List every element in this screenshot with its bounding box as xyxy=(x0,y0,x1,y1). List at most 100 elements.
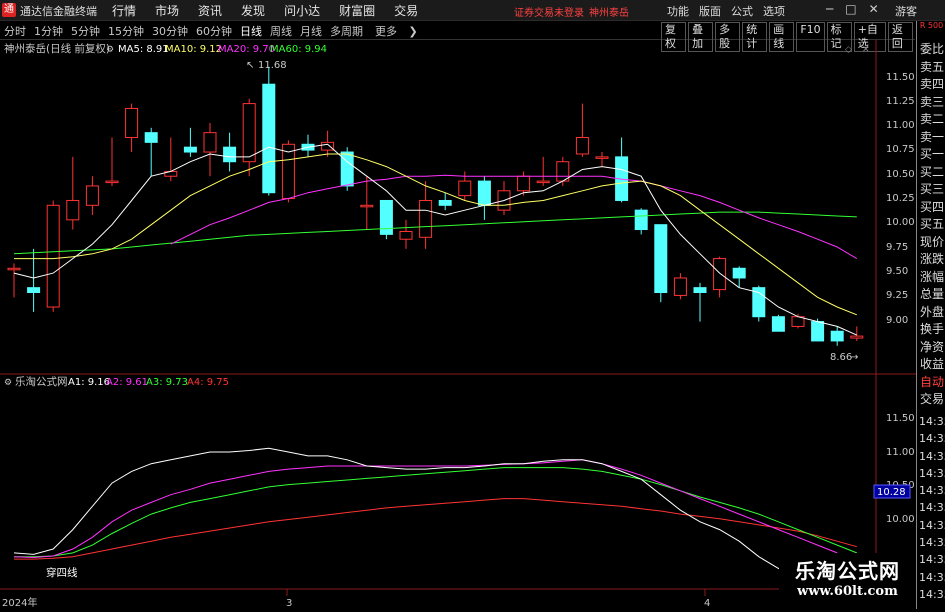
panel-item: 卖三 xyxy=(920,94,945,109)
diamond-icon[interactable]: ◇ xyxy=(845,45,852,55)
candle xyxy=(693,282,707,322)
collapse-icon[interactable]: ✕ xyxy=(862,45,870,55)
candle xyxy=(360,176,374,230)
panel-item: 买五 xyxy=(920,217,945,231)
candle-body xyxy=(477,180,491,206)
candle-body xyxy=(419,199,433,238)
tab-period-daily[interactable]: 日线 xyxy=(236,23,266,39)
menu-item-quotes[interactable]: 行情 xyxy=(112,2,136,19)
tick-time: 14:35 xyxy=(919,484,945,498)
guest-label[interactable]: 游客 xyxy=(895,3,917,19)
price-tick: 11.00 xyxy=(886,120,915,131)
a4-line xyxy=(14,498,857,560)
price-tick: 11.50 xyxy=(886,72,915,83)
app-logo-icon: 通 xyxy=(2,3,16,17)
candle-body xyxy=(46,204,60,308)
tab-period-weekly[interactable]: 周线 xyxy=(266,23,296,39)
tab-period-monthly[interactable]: 月线 xyxy=(296,23,326,39)
panel-item: 涨跌 xyxy=(920,252,945,266)
panel-item: 卖二 xyxy=(920,112,945,126)
candle xyxy=(105,137,119,186)
kline-chart-svg[interactable]: 神州泰岳(日线 前复权) ⚙ MA5: 8.91 MA10: 9.12 MA20… xyxy=(0,40,916,609)
candle xyxy=(262,66,276,196)
tick-time: 14:35 xyxy=(919,553,945,567)
candle xyxy=(654,224,668,303)
watermark-title: 乐淘公式网 xyxy=(795,559,900,583)
candle-body xyxy=(438,199,452,206)
tab-period-timeshare[interactable]: 分时 xyxy=(0,23,30,39)
menu-item-wealth[interactable]: 财富圈 xyxy=(339,2,375,19)
panel-item: 卖五 xyxy=(920,59,945,74)
menu-item-function[interactable]: 功能 xyxy=(667,3,689,19)
candle-body xyxy=(517,175,531,192)
menu-item-discover[interactable]: 发现 xyxy=(241,2,265,19)
menu-item-ask[interactable]: 问小达 xyxy=(284,2,320,19)
candle-body xyxy=(771,316,785,332)
menu-item-trade[interactable]: 交易 xyxy=(394,2,418,19)
current-value-label: 10.28 xyxy=(877,487,906,498)
candle xyxy=(7,263,21,298)
tick-times: 14:35 14:35 14:35 14:35 14:35 14:35 14:3… xyxy=(917,413,945,603)
settings-icon[interactable]: ⚙ xyxy=(106,45,114,55)
candle-body xyxy=(830,330,844,342)
candle-body xyxy=(144,132,158,143)
a2-label: A2: 9.61 xyxy=(106,377,148,388)
x-label-march: 3 xyxy=(286,598,292,609)
candle xyxy=(242,98,256,177)
panel-item: 收益 xyxy=(920,357,945,371)
ma-lines-layer xyxy=(13,143,858,336)
chart-area[interactable]: 神州泰岳(日线 前复权) ⚙ MA5: 8.91 MA10: 9.12 MA20… xyxy=(0,40,916,609)
candle-body xyxy=(125,107,139,138)
candle-body xyxy=(536,180,550,184)
candle xyxy=(301,134,315,157)
title-bar: 通 通达信金融终端 行情 市场 资讯 发现 问小达 财富圈 交易 证券交易未登录… xyxy=(0,0,945,21)
panel-item-auto[interactable]: 自动 xyxy=(917,374,945,392)
restore-icon[interactable]: □ xyxy=(845,2,856,16)
high-price-label: 11.68 xyxy=(258,60,287,71)
tab-period-more[interactable]: 更多 ❯ xyxy=(367,23,426,39)
ma10-label: MA10: 9.12 xyxy=(165,44,222,55)
minimize-icon[interactable]: ─ xyxy=(826,2,833,16)
watermark-url: www.60lt.com xyxy=(797,584,898,599)
chevron-right-icon: ❯ xyxy=(408,25,418,38)
candle-body xyxy=(634,209,648,231)
tab-period-multi[interactable]: 多周期 xyxy=(326,23,367,39)
right-menu: 功能 版面 公式 选项 xyxy=(667,3,785,19)
a2-line xyxy=(13,459,838,559)
login-warning[interactable]: 证券交易未登录 xyxy=(514,4,584,19)
candle xyxy=(713,256,727,298)
menu-item-layout[interactable]: 版面 xyxy=(699,3,721,19)
price-tick: 10.50 xyxy=(886,169,915,180)
menu-item-formula[interactable]: 公式 xyxy=(731,3,753,19)
price-tick: 9.25 xyxy=(886,290,908,301)
tab-period-15min[interactable]: 15分钟 xyxy=(104,23,148,39)
candle-body xyxy=(223,146,237,163)
main-legend-title: 神州泰岳(日线 前复权) xyxy=(4,42,110,55)
panel-item: 卖一 xyxy=(920,129,945,144)
menu-item-news[interactable]: 资讯 xyxy=(198,2,222,19)
candle-body xyxy=(850,335,864,339)
tab-period-5min[interactable]: 5分钟 xyxy=(67,23,104,39)
period-tabs: 分时 1分钟 5分钟 15分钟 30分钟 60分钟 日线 周线 月线 多周期 更… xyxy=(0,23,426,39)
a1-label: A1: 9.16 xyxy=(68,377,110,388)
candle xyxy=(399,219,413,249)
sub-legend-title: 乐淘公式网 xyxy=(15,375,68,388)
menu-item-market[interactable]: 市场 xyxy=(155,2,179,19)
candle-body xyxy=(811,321,825,342)
candle xyxy=(595,152,609,167)
price-tick: 9.75 xyxy=(886,242,908,253)
candle-body xyxy=(673,277,687,296)
cross-four-lines-annotation: 穿四线 xyxy=(46,566,78,579)
tab-period-30min[interactable]: 30分钟 xyxy=(148,23,192,39)
candle-body xyxy=(713,258,727,291)
panel-item: 买三 xyxy=(920,182,945,196)
candle-body xyxy=(732,267,746,279)
panel-item: 委比 xyxy=(920,42,945,56)
panel-item: 现价 xyxy=(920,234,945,249)
tab-period-1min[interactable]: 1分钟 xyxy=(30,23,67,39)
close-icon[interactable]: ✕ xyxy=(869,2,879,16)
panel-item-trade[interactable]: 交易 xyxy=(917,391,945,409)
sub-settings-icon[interactable]: ⚙ xyxy=(4,378,12,388)
tab-period-60min[interactable]: 60分钟 xyxy=(192,23,236,39)
menu-item-options[interactable]: 选项 xyxy=(763,3,785,19)
